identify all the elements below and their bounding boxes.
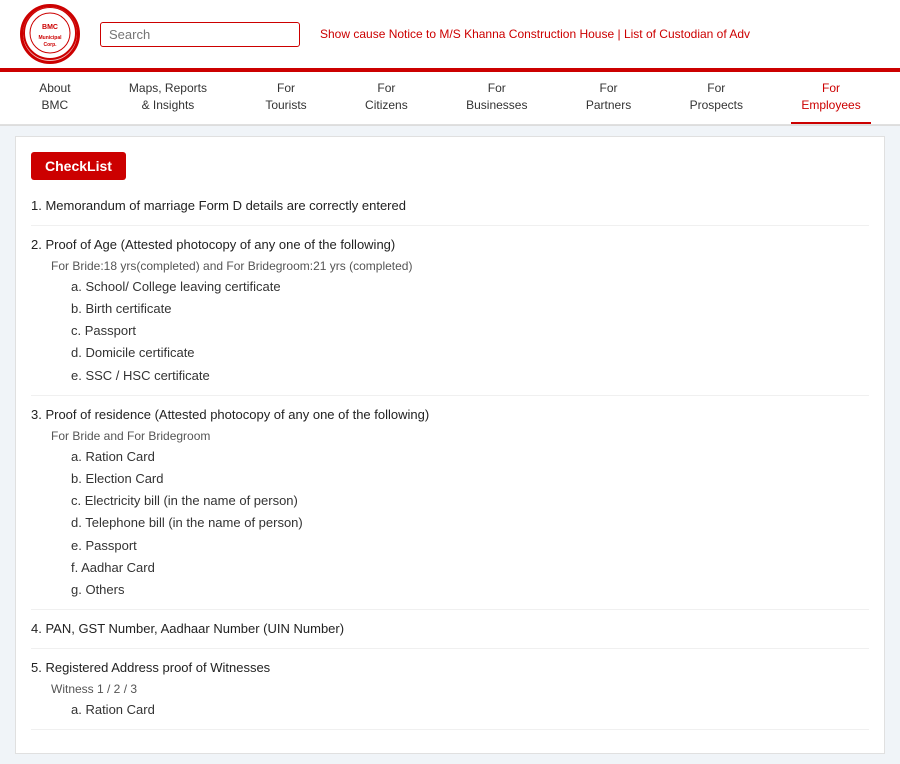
marquee-text: Show cause Notice to M/S Khanna Construc… — [320, 27, 750, 41]
list-item: b. Birth certificate — [71, 298, 869, 320]
nav-item-businesses[interactable]: ForBusinesses — [456, 72, 537, 124]
list-item: d. Telephone bill (in the name of person… — [71, 512, 869, 534]
nav-item-employees[interactable]: ForemployeesEmployees — [791, 72, 870, 124]
marquee-area: Show cause Notice to M/S Khanna Construc… — [300, 27, 890, 41]
item-5-subnote: Witness 1 / 2 / 3 — [51, 679, 869, 699]
list-item: d. Domicile certificate — [71, 342, 869, 364]
checklist-item-5: 5. Registered Address proof of Witnesses… — [31, 657, 869, 731]
logo-image: BMC Municipal Corp. — [23, 6, 77, 62]
item-2-sublist: a. School/ College leaving certificate b… — [71, 276, 869, 386]
list-item: a. Ration Card — [71, 446, 869, 468]
main-content: CheckList 1. Memorandum of marriage Form… — [15, 136, 885, 755]
item-2-subnote: For Bride:18 yrs(completed) and For Brid… — [51, 256, 869, 276]
checklist-button[interactable]: CheckList — [31, 152, 126, 180]
checklist-item-3: 3. Proof of residence (Attested photocop… — [31, 404, 869, 610]
list-item: b. Election Card — [71, 468, 869, 490]
search-input[interactable] — [100, 22, 300, 47]
list-item: g. Others — [71, 579, 869, 601]
nav-bar: AboutBMC Maps, Reports& Insights ForTour… — [0, 72, 900, 125]
item-3-subnote: For Bride and For Bridegroom — [51, 426, 869, 446]
item-4-title: 4. PAN, GST Number, Aadhaar Number (UIN … — [31, 621, 344, 636]
nav-item-maps[interactable]: Maps, Reports& Insights — [119, 72, 217, 124]
list-item: e. Passport — [71, 535, 869, 557]
search-area[interactable] — [100, 22, 300, 47]
item-3-title: 3. Proof of residence (Attested photocop… — [31, 404, 869, 426]
svg-text:BMC: BMC — [42, 24, 58, 31]
nav-item-about[interactable]: AboutBMC — [29, 72, 80, 124]
item-1-title: 1. Memorandum of marriage Form D details… — [31, 198, 406, 213]
list-item: a. Ration Card — [71, 699, 869, 721]
logo-area: BMC Municipal Corp. — [10, 4, 90, 64]
logo-circle: BMC Municipal Corp. — [20, 4, 80, 64]
svg-text:Municipal: Municipal — [38, 35, 62, 41]
nav-item-partners[interactable]: ForPartners — [576, 72, 641, 124]
header-top: BMC Municipal Corp. Show cause Notice to… — [0, 0, 900, 68]
item-5-sublist: a. Ration Card — [71, 699, 869, 721]
list-item: f. Aadhar Card — [71, 557, 869, 579]
nav-item-citizens[interactable]: ForCitizens — [355, 72, 418, 124]
list-item: c. Passport — [71, 320, 869, 342]
nav-item-tourists[interactable]: ForTourists — [255, 72, 316, 124]
item-5-title: 5. Registered Address proof of Witnesses — [31, 657, 869, 679]
checklist-item-4: 4. PAN, GST Number, Aadhaar Number (UIN … — [31, 618, 869, 649]
checklist-item-2: 2. Proof of Age (Attested photocopy of a… — [31, 234, 869, 396]
svg-text:Corp.: Corp. — [43, 42, 57, 48]
list-item: c. Electricity bill (in the name of pers… — [71, 490, 869, 512]
list-item: e. SSC / HSC certificate — [71, 365, 869, 387]
item-3-sublist: a. Ration Card b. Election Card c. Elect… — [71, 446, 869, 601]
nav-item-prospects[interactable]: ForProspects — [680, 72, 753, 124]
header: BMC Municipal Corp. Show cause Notice to… — [0, 0, 900, 126]
checklist-item-1: 1. Memorandum of marriage Form D details… — [31, 195, 869, 226]
list-item: a. School/ College leaving certificate — [71, 276, 869, 298]
checklist-body: 1. Memorandum of marriage Form D details… — [31, 195, 869, 731]
item-2-title: 2. Proof of Age (Attested photocopy of a… — [31, 234, 869, 256]
